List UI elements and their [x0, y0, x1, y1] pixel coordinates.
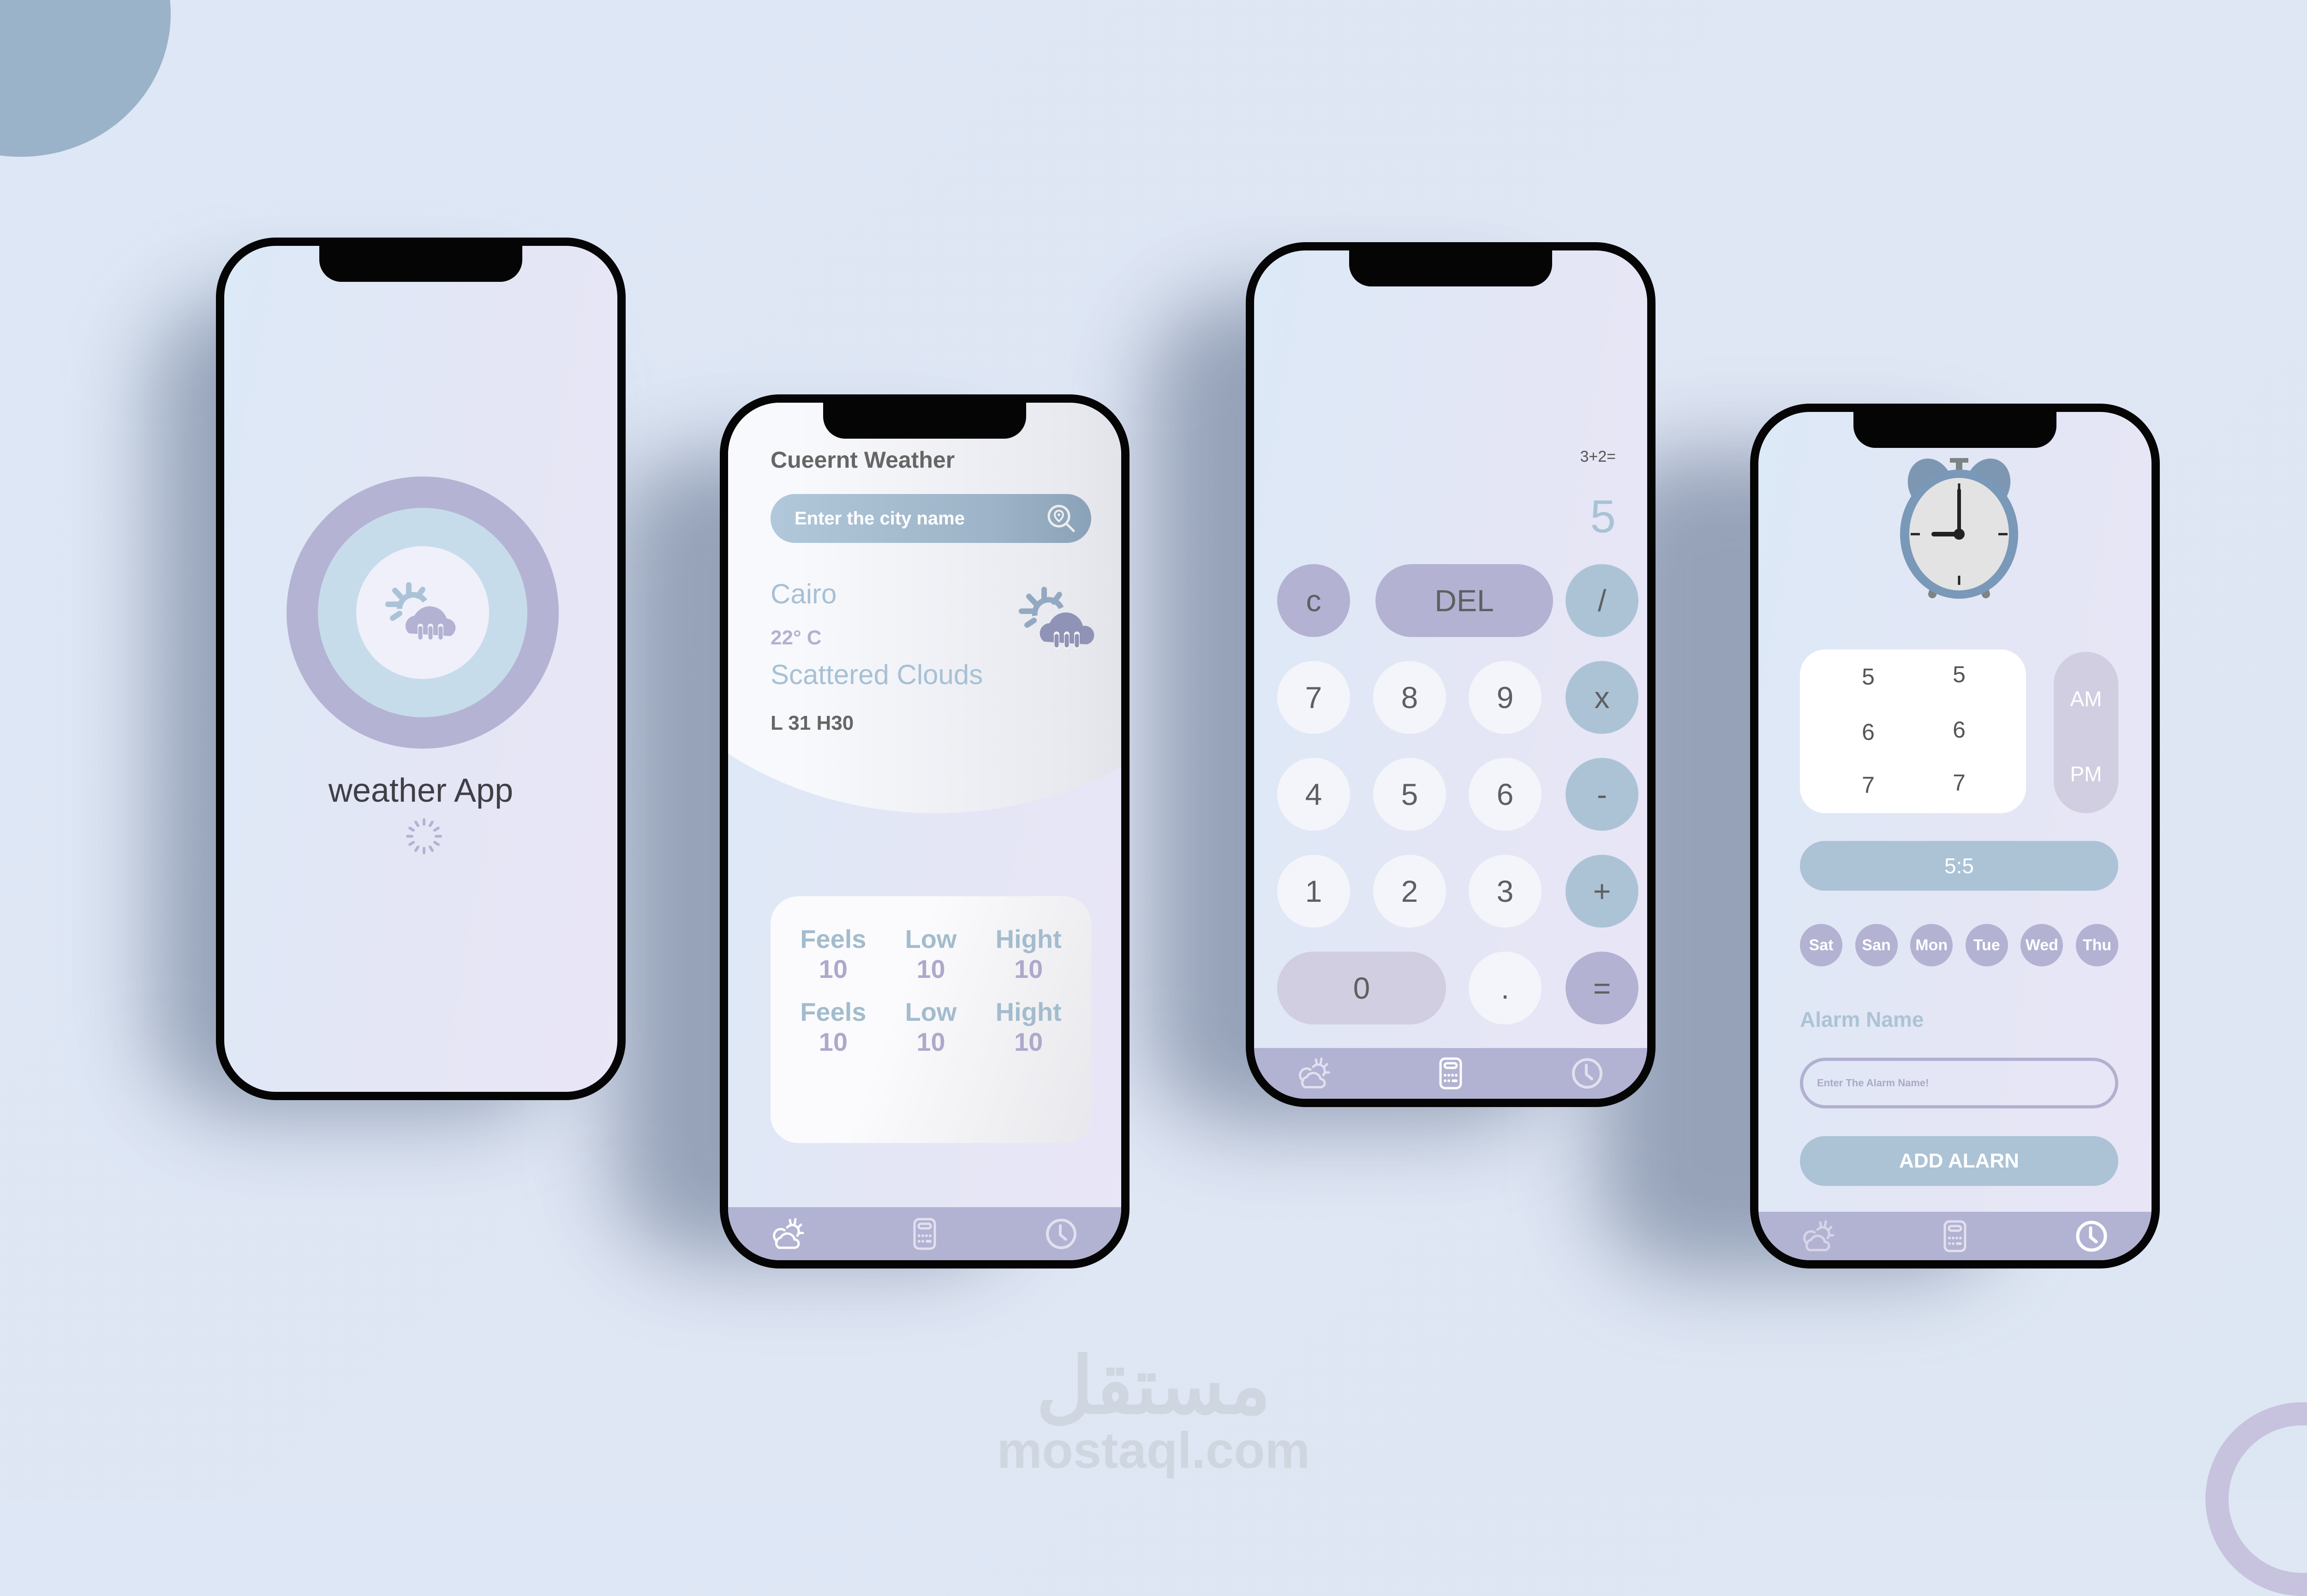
- calculator-tab-icon[interactable]: [906, 1215, 943, 1252]
- phone-alarm: 5 6 7 5 6 7 AM PM 5:5 Sat San Mon Tue We…: [1750, 404, 2160, 1268]
- bottom-nav: [1254, 1048, 1647, 1099]
- notch: [319, 246, 522, 282]
- app-title: weather App: [328, 772, 514, 809]
- key-7[interactable]: 7: [1277, 661, 1350, 734]
- page-title: Cueernt Weather: [771, 447, 955, 473]
- alarm-clock-icon: [1900, 458, 2018, 599]
- decimal-button[interactable]: .: [1469, 952, 1542, 1024]
- alarm-tab-icon[interactable]: [1569, 1055, 1606, 1092]
- time-picker[interactable]: 5 6 7 5 6 7: [1800, 649, 2026, 813]
- weather-tab-icon[interactable]: [1800, 1218, 1837, 1255]
- calculator-tab-icon[interactable]: [1432, 1055, 1469, 1092]
- hour-option[interactable]: 5: [1854, 663, 1882, 690]
- clear-button[interactable]: c: [1277, 564, 1350, 637]
- key-6[interactable]: 6: [1469, 758, 1542, 831]
- watermark-latin: mostaql.com: [997, 1422, 1310, 1479]
- am-option[interactable]: AM: [2054, 686, 2118, 711]
- plus-button[interactable]: +: [1566, 855, 1638, 928]
- pm-option[interactable]: PM: [2054, 762, 2118, 786]
- calc-keypad: c DEL / 7 8 9 x 4 5 6 - 1 2 3 + 0 . =: [1277, 564, 1642, 1025]
- key-3[interactable]: 3: [1469, 855, 1542, 928]
- key-8[interactable]: 8: [1373, 661, 1446, 734]
- notch: [1349, 250, 1552, 286]
- logo-middle-ring: [318, 508, 527, 717]
- day-sat[interactable]: Sat: [1800, 924, 1842, 966]
- hour-option[interactable]: 6: [1854, 719, 1882, 745]
- minute-option[interactable]: 5: [1945, 661, 1973, 688]
- key-9[interactable]: 9: [1469, 661, 1542, 734]
- detail-high: Hight 10: [995, 924, 1062, 983]
- detail-low: Low 10: [905, 924, 957, 983]
- day-mon[interactable]: Mon: [1910, 924, 1953, 966]
- alarm-name-label: Alarm Name: [1800, 1007, 1924, 1031]
- bottom-nav: [1758, 1212, 2152, 1260]
- sun-cloud-rain-icon: [385, 582, 456, 641]
- notch: [1853, 412, 2056, 448]
- day-thu[interactable]: Thu: [2075, 924, 2118, 966]
- day-wed[interactable]: Wed: [2020, 924, 2063, 966]
- decorative-circle: [0, 0, 171, 157]
- alarm-screen: 5 6 7 5 6 7 AM PM 5:5 Sat San Mon Tue We…: [1758, 412, 2152, 1260]
- divide-button[interactable]: /: [1566, 564, 1638, 637]
- city-name: Cairo: [771, 578, 837, 609]
- calculator-screen: 3+2= 5 c DEL / 7 8 9 x 4 5 6 - 1 2 3 + 0…: [1254, 250, 1647, 1099]
- phone-weather: Cueernt Weather Cairo 22° C Scattered Cl…: [720, 394, 1130, 1268]
- temperature: 22° C: [771, 626, 822, 649]
- add-alarm-button[interactable]: ADD ALARN: [1800, 1136, 2118, 1186]
- weekday-selector: Sat San Mon Tue Wed Thu: [1800, 924, 2118, 966]
- phone-splash: weather App: [216, 238, 626, 1100]
- watermark-arabic: مستقل: [1036, 1342, 1271, 1430]
- low-high-temperature: L 31 H30: [771, 712, 854, 734]
- alarm-tab-icon[interactable]: [2073, 1218, 2110, 1255]
- calc-result: 5: [1590, 491, 1616, 542]
- weather-details-card: Feels 10 Low 10 Hight 10 Feels 10 Low 10 High…: [771, 896, 1091, 1143]
- calc-expression: 3+2=: [1580, 448, 1616, 465]
- key-4[interactable]: 4: [1277, 758, 1350, 831]
- weather-screen: Cueernt Weather Cairo 22° C Scattered Cl…: [728, 403, 1121, 1260]
- notch: [823, 403, 1026, 439]
- minute-option[interactable]: 6: [1945, 716, 1973, 743]
- weather-tab-icon[interactable]: [1296, 1055, 1333, 1092]
- day-tue[interactable]: Tue: [1965, 924, 2008, 966]
- detail-feels: Feels 10: [800, 924, 867, 983]
- spinner-icon: [406, 818, 442, 854]
- selected-time: 5:5: [1800, 841, 2118, 891]
- minute-option[interactable]: 7: [1945, 769, 1973, 796]
- splash-screen: weather App: [224, 246, 617, 1092]
- hour-option[interactable]: 7: [1854, 772, 1882, 798]
- alarm-name-input[interactable]: [1800, 1058, 2118, 1108]
- alarm-tab-icon[interactable]: [1043, 1215, 1080, 1252]
- decorative-ring: [2205, 1402, 2307, 1596]
- minus-button[interactable]: -: [1566, 758, 1638, 831]
- bottom-nav: [728, 1207, 1121, 1260]
- am-pm-toggle[interactable]: AM PM: [2054, 652, 2118, 813]
- watermark: مستقل mostaql.com: [997, 1347, 1310, 1476]
- equals-button[interactable]: =: [1566, 952, 1638, 1024]
- calculator-tab-icon[interactable]: [1936, 1218, 1973, 1255]
- logo-inner-circle: [356, 546, 489, 679]
- detail-low: Low 10: [905, 997, 957, 1056]
- weather-tab-icon[interactable]: [770, 1215, 807, 1252]
- detail-high: Hight 10: [995, 997, 1062, 1056]
- sun-cloud-rain-icon: [1019, 587, 1094, 649]
- key-0[interactable]: 0: [1277, 952, 1446, 1024]
- city-search-input[interactable]: [794, 507, 1035, 530]
- key-1[interactable]: 1: [1277, 855, 1350, 928]
- phone-calculator: 3+2= 5 c DEL / 7 8 9 x 4 5 6 - 1 2 3 + 0…: [1246, 242, 1656, 1107]
- key-5[interactable]: 5: [1373, 758, 1446, 831]
- logo-outer-ring: [287, 476, 559, 749]
- city-search-bar[interactable]: [771, 494, 1091, 543]
- detail-feels: Feels 10: [800, 997, 867, 1056]
- weather-condition: Scattered Clouds: [771, 659, 983, 690]
- location-search-icon[interactable]: [1045, 502, 1077, 535]
- key-2[interactable]: 2: [1373, 855, 1446, 928]
- day-sun[interactable]: San: [1855, 924, 1898, 966]
- delete-button[interactable]: DEL: [1375, 564, 1553, 637]
- multiply-button[interactable]: x: [1566, 661, 1638, 734]
